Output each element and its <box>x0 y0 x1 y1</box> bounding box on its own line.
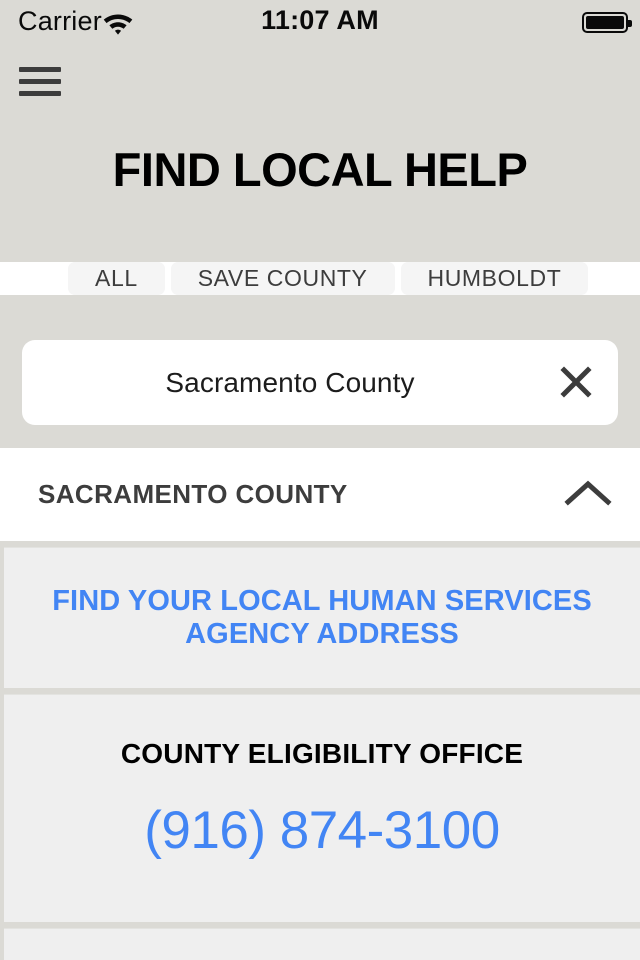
page-header: FIND LOCAL HELP <box>0 42 640 262</box>
eligibility-office-title: COUNTY ELIGIBILITY OFFICE <box>120 738 524 769</box>
eligibility-office-card: COUNTY ELIGIBILITY OFFICE (916) 874-3100 <box>4 694 640 922</box>
search-input-value: Sacramento County <box>165 366 415 398</box>
eligibility-office-phone[interactable]: (916) 874-3100 <box>4 800 640 862</box>
tab-all[interactable]: ALL <box>68 262 165 295</box>
agency-address-link[interactable]: FIND YOUR LOCAL HUMAN SERVICES AGENCY AD… <box>42 585 602 651</box>
page-title: FIND LOCAL HELP <box>112 143 528 196</box>
tab-save-county-label: SAVE COUNTY <box>197 265 368 291</box>
tab-all-label: ALL <box>95 265 138 291</box>
county-accordion-header[interactable]: SACRAMENTO COUNTY <box>0 448 640 541</box>
tab-humboldt[interactable]: HUMBOLDT <box>400 262 589 295</box>
tab-bar[interactable]: ALL SAVE COUNTY HUMBOLDT <box>0 262 640 295</box>
app-screen: Carrier 11:07 AM FIND LOCAL HELP ALL SAV… <box>0 0 640 960</box>
hamburger-menu-icon[interactable] <box>19 67 61 101</box>
status-bar: Carrier 11:07 AM <box>0 0 640 42</box>
search-input[interactable]: Sacramento County <box>22 340 618 425</box>
agency-address-card[interactable]: FIND YOUR LOCAL HUMAN SERVICES AGENCY AD… <box>4 547 640 688</box>
clock-label: 11:07 AM <box>261 5 379 35</box>
county-accordion-title: SACRAMENTO COUNTY <box>38 479 348 509</box>
tab-save-county[interactable]: SAVE COUNTY <box>170 262 395 295</box>
chevron-up-icon[interactable] <box>564 476 612 512</box>
search-section: Sacramento County <box>0 295 640 448</box>
tab-humboldt-label: HUMBOLDT <box>427 265 562 291</box>
next-card <box>4 928 640 960</box>
close-x-icon[interactable] <box>560 366 592 398</box>
battery-full-icon <box>582 12 632 33</box>
